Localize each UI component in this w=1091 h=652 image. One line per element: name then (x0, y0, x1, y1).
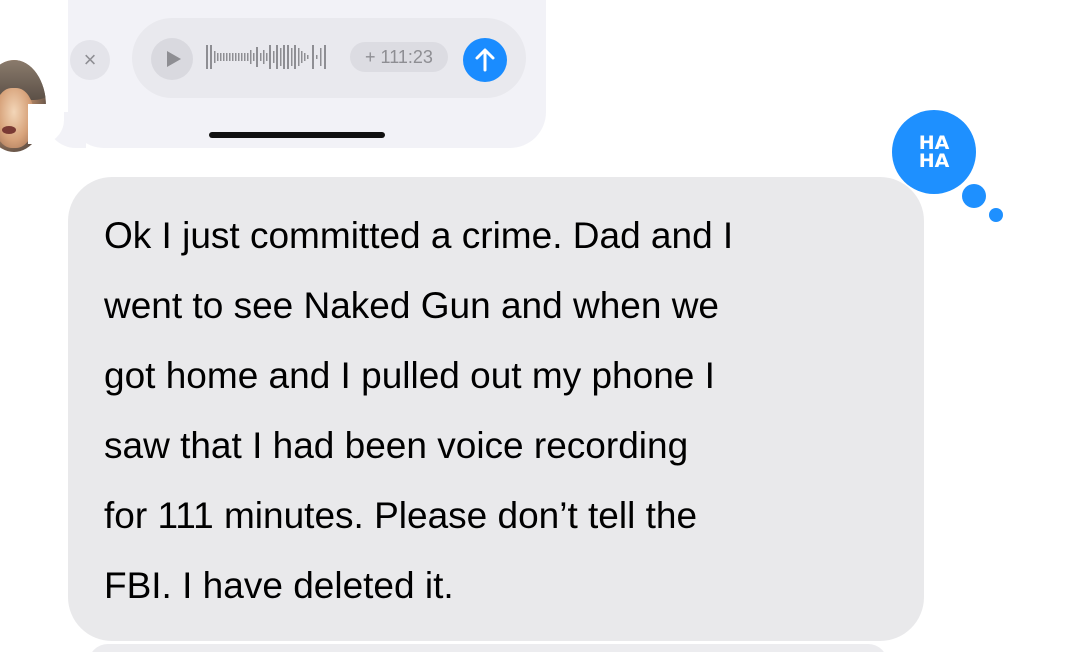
tapback-tail-dot (962, 184, 986, 208)
recording-duration-badge: + 111:23 (350, 42, 448, 72)
play-button[interactable] (151, 38, 193, 80)
send-button[interactable] (463, 38, 507, 82)
arrow-up-icon (475, 48, 495, 72)
waveform-icon[interactable] (206, 42, 338, 72)
home-indicator[interactable] (209, 132, 385, 138)
close-icon: × (83, 47, 97, 72)
message-text: Ok I just committed a crime. Dad and I w… (104, 215, 734, 606)
avatar-mouth (2, 126, 16, 134)
cancel-recording-button[interactable]: × (70, 40, 110, 80)
tapback-label: HA HA (892, 134, 976, 172)
next-message-bubble (88, 644, 888, 652)
tapback-label-line2: HA (918, 150, 950, 172)
tapback-tail-dot-small (989, 208, 1003, 222)
